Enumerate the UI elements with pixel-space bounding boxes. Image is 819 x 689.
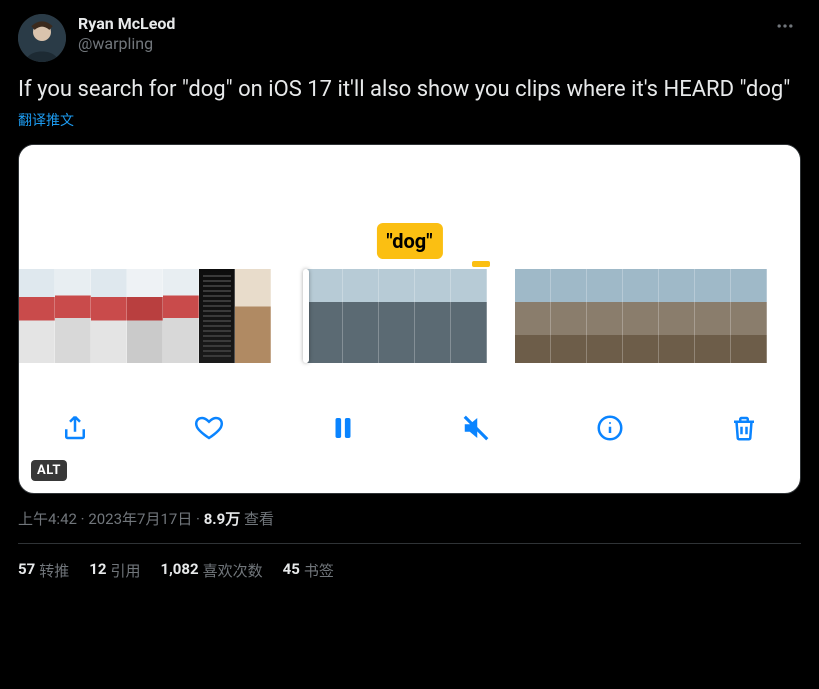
like-button[interactable] (187, 406, 231, 450)
pause-icon (328, 413, 358, 443)
media-blank-area: "dog" (19, 145, 800, 269)
more-button[interactable] (769, 14, 801, 42)
thumbnail (587, 269, 623, 363)
playhead[interactable] (303, 269, 309, 363)
clip-group-2[interactable] (299, 269, 487, 363)
thumbnail (127, 269, 163, 363)
thumbnail (343, 269, 379, 363)
mute-button[interactable] (454, 406, 498, 450)
clip-gap (271, 269, 299, 363)
views-label: 查看 (244, 510, 274, 528)
stat-number: 1,082 (160, 560, 198, 581)
tooltip-marker (472, 261, 490, 267)
alt-badge[interactable]: ALT (31, 460, 67, 481)
media-card[interactable]: "dog" (18, 144, 801, 494)
tweet-stats: 57转推 12引用 1,082喜欢次数 45书签 (18, 544, 801, 581)
timeline-strip[interactable] (19, 269, 800, 363)
avatar[interactable] (18, 14, 66, 62)
author-names: Ryan McLeod @warpling (78, 14, 769, 54)
trash-icon (729, 413, 759, 443)
share-button[interactable] (53, 406, 97, 450)
tweet-meta: 上午4:42 · 2023年7月17日 · 8.9万 查看 (18, 508, 801, 529)
thumbnail (379, 269, 415, 363)
tweet-container: Ryan McLeod @warpling If you search for … (0, 0, 819, 581)
tweet-text: If you search for "dog" on iOS 17 it'll … (18, 76, 801, 104)
likes-stat[interactable]: 1,082喜欢次数 (160, 560, 262, 581)
media-toolbar (19, 363, 800, 493)
thumbnail (623, 269, 659, 363)
stat-label: 书签 (304, 560, 334, 581)
clip-gap (487, 269, 515, 363)
thumbnail (731, 269, 767, 363)
stat-number: 45 (283, 560, 300, 581)
thumbnail (451, 269, 487, 363)
share-icon (60, 413, 90, 443)
meta-sep: · (77, 510, 88, 528)
bookmarks-stat[interactable]: 45书签 (283, 560, 334, 581)
clip-group-3[interactable] (515, 269, 767, 363)
tweet-header: Ryan McLeod @warpling (18, 14, 801, 62)
media-inner: "dog" (19, 145, 800, 493)
thumbnail (695, 269, 731, 363)
stat-number: 12 (89, 560, 106, 581)
stat-label: 转推 (39, 560, 69, 581)
handle[interactable]: @warpling (78, 34, 769, 54)
thumbnail (415, 269, 451, 363)
retweets-stat[interactable]: 57转推 (18, 560, 69, 581)
thumbnail (91, 269, 127, 363)
heart-icon (194, 413, 224, 443)
search-tooltip: "dog" (376, 223, 442, 259)
thumbnail (515, 269, 551, 363)
tweet-time[interactable]: 上午4:42 (18, 510, 77, 528)
thumbnail (199, 269, 235, 363)
ellipsis-icon (775, 16, 795, 36)
thumbnail (235, 269, 271, 363)
thumbnail (163, 269, 199, 363)
tweet-date[interactable]: 2023年7月17日 (88, 510, 192, 528)
pause-button[interactable] (321, 406, 365, 450)
quotes-stat[interactable]: 12引用 (89, 560, 140, 581)
mute-icon (461, 413, 491, 443)
stat-label: 引用 (110, 560, 140, 581)
thumbnail (659, 269, 695, 363)
clip-group-1[interactable] (19, 269, 271, 363)
translate-link[interactable]: 翻译推文 (18, 110, 801, 130)
thumbnail (55, 269, 91, 363)
display-name[interactable]: Ryan McLeod (78, 14, 769, 34)
meta-sep: · (192, 510, 203, 528)
stat-label: 喜欢次数 (203, 560, 263, 581)
delete-button[interactable] (722, 406, 766, 450)
info-icon (595, 413, 625, 443)
thumbnail (307, 269, 343, 363)
info-button[interactable] (588, 406, 632, 450)
thumbnail (19, 269, 55, 363)
thumbnail (551, 269, 587, 363)
views-count[interactable]: 8.9万 (204, 510, 241, 528)
stat-number: 57 (18, 560, 35, 581)
